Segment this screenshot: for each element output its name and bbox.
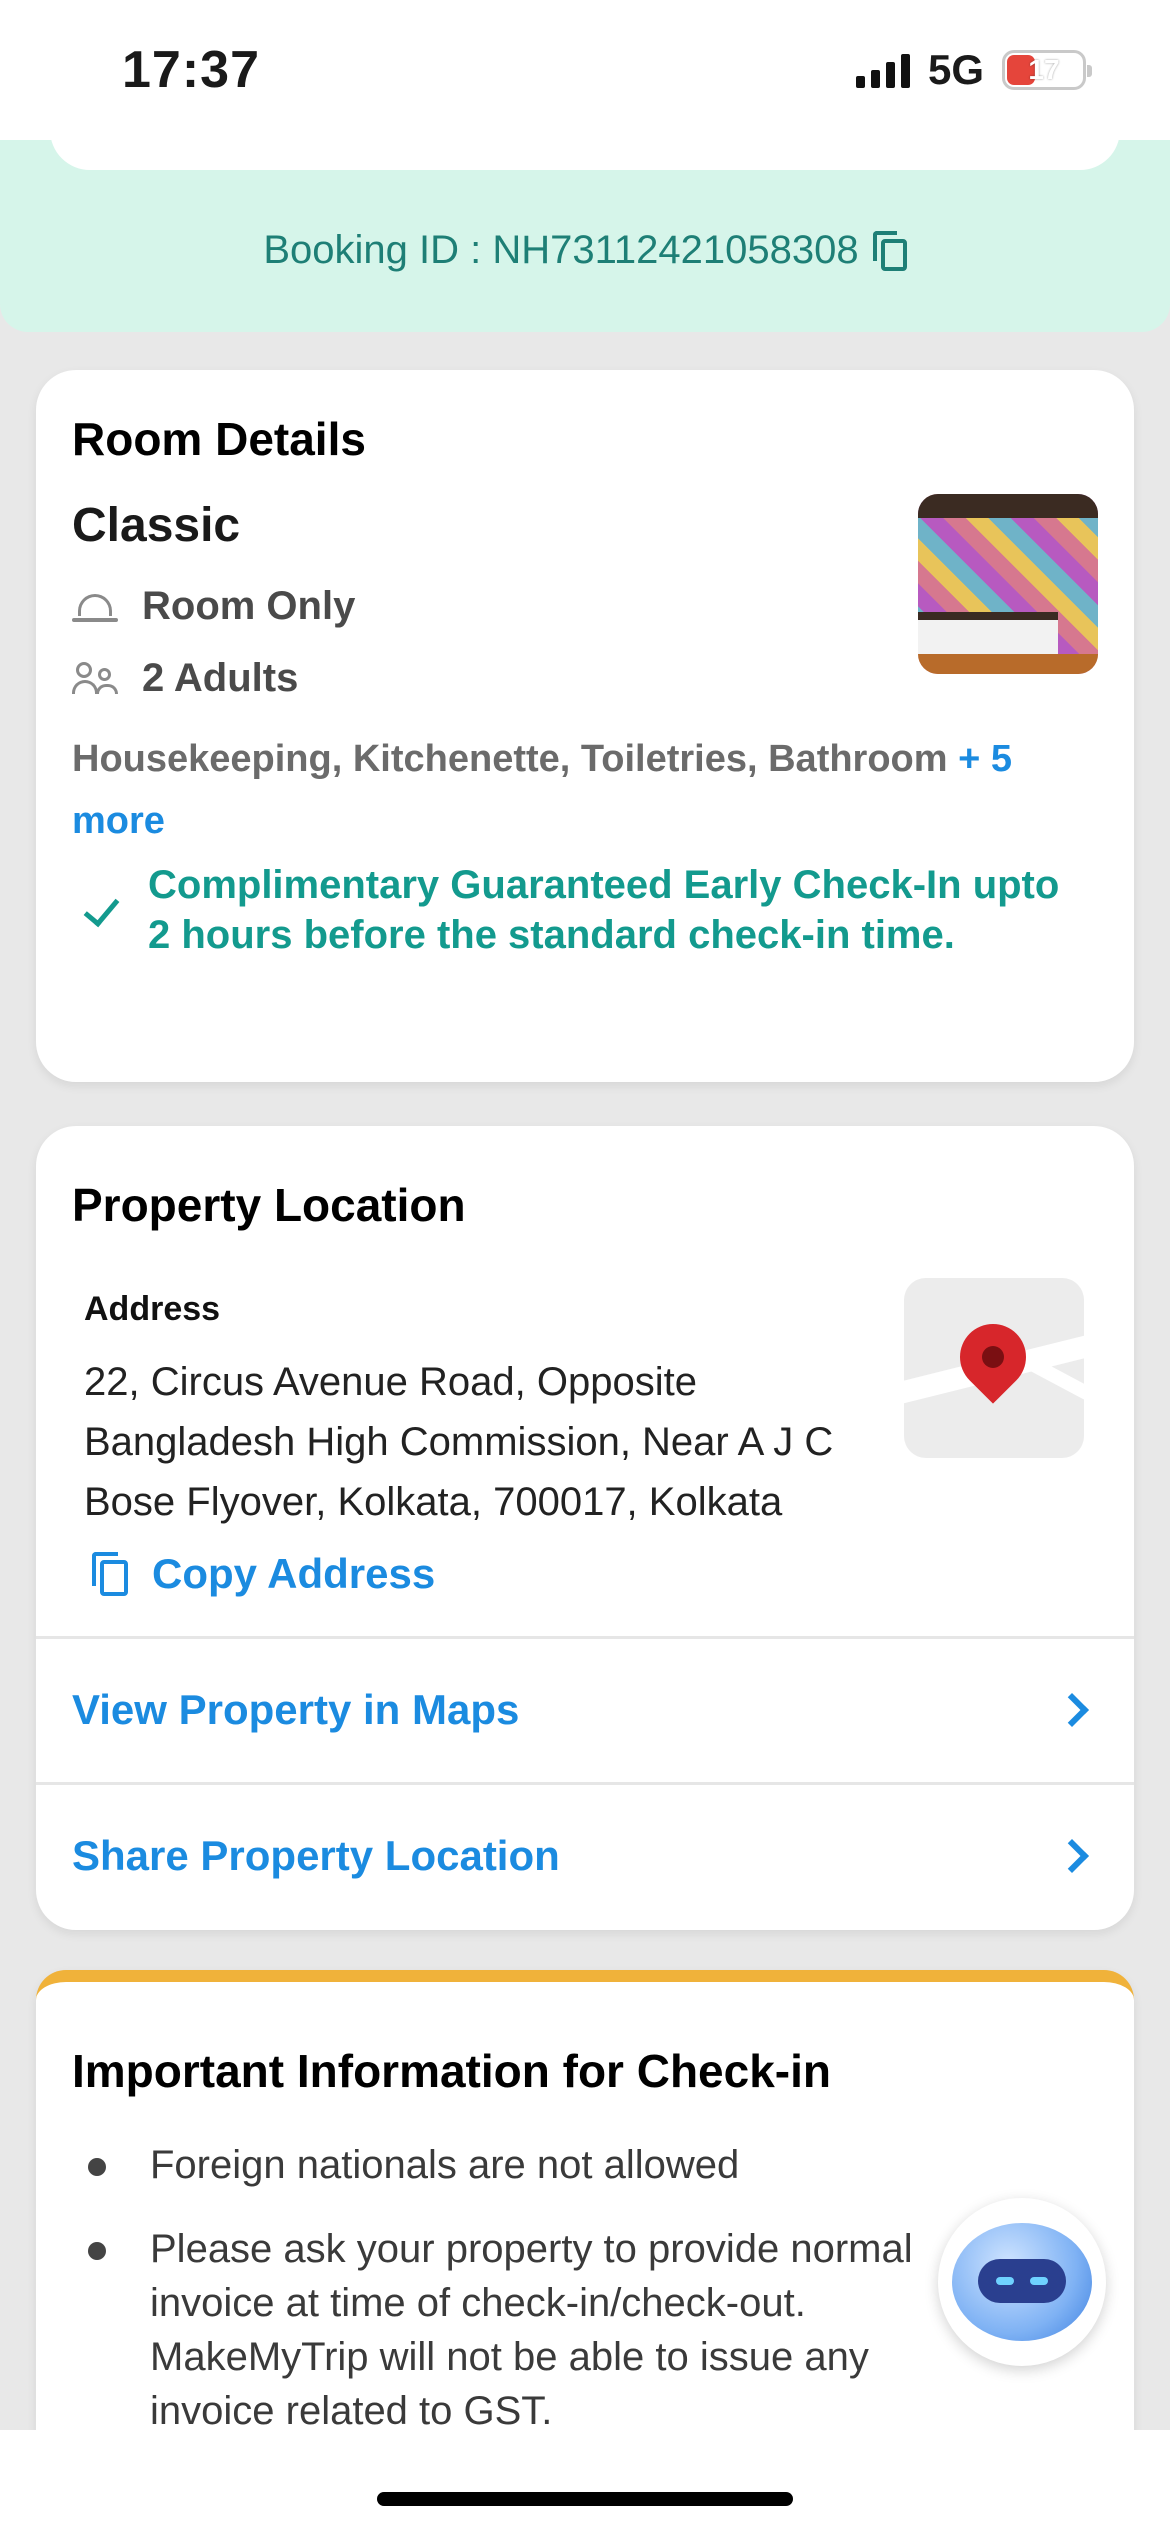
booking-id-row[interactable]: Booking ID : NH73112421058308 — [0, 228, 1170, 273]
copy-icon[interactable] — [872, 230, 907, 271]
status-time: 17:37 — [122, 41, 260, 99]
room-details-title: Room Details — [72, 413, 366, 465]
copy-address-button[interactable]: Copy Address — [92, 1550, 435, 1598]
network-label: 5G — [927, 46, 984, 93]
chevron-right-icon — [1055, 1693, 1089, 1727]
meal-plan-row: Room Only — [72, 584, 355, 629]
home-indicator[interactable] — [377, 2492, 793, 2506]
copy-address-label: Copy Address — [152, 1550, 436, 1597]
map-thumbnail[interactable] — [904, 1278, 1084, 1458]
chatbot-button[interactable] — [938, 2198, 1106, 2366]
share-location-row[interactable]: Share Property Location — [36, 1784, 1134, 1928]
address-label: Address — [84, 1290, 221, 1328]
booking-summary-strip: Booking ID : NH73112421058308 — [0, 130, 1170, 332]
meal-plan-label: Room Only — [142, 584, 356, 628]
booking-id-text: Booking ID : NH73112421058308 — [263, 228, 859, 272]
chevron-right-icon — [1055, 1839, 1089, 1873]
status-bar: 17:37 5G 17 — [0, 0, 1170, 140]
copy-icon — [92, 1552, 130, 1596]
share-location-label: Share Property Location — [72, 1832, 560, 1879]
room-name: Classic — [72, 499, 241, 552]
guests-row: 2 Adults — [72, 656, 298, 701]
address-text: 22, Circus Avenue Road, Opposite Banglad… — [84, 1360, 834, 1524]
battery-icon: 17 — [1002, 50, 1092, 90]
status-icons: 5G 17 — [855, 46, 1092, 94]
battery-level: 17 — [1028, 54, 1060, 85]
map-pin-icon — [946, 1310, 1040, 1404]
amenities-list: Housekeeping, Kitchenette, Toiletries, B… — [72, 728, 1112, 852]
early-checkin-benefit: Complimentary Guaranteed Early Check-In … — [72, 860, 1072, 960]
view-in-maps-row[interactable]: View Property in Maps — [36, 1638, 1134, 1782]
people-icon — [72, 661, 118, 696]
robot-icon — [952, 2223, 1092, 2341]
check-icon — [86, 890, 126, 930]
property-location-title: Property Location — [72, 1179, 466, 1231]
amenities-text: Housekeeping, Kitchenette, Toiletries, B… — [72, 738, 948, 780]
list-item: Foreign nationals are not allowed — [72, 2138, 972, 2192]
early-checkin-text: Complimentary Guaranteed Early Check-In … — [148, 863, 1060, 957]
signal-icon — [855, 52, 910, 88]
checkin-info-list: Foreign nationals are not allowed Please… — [72, 2138, 972, 2468]
cloche-icon — [72, 592, 118, 622]
checkin-info-title: Important Information for Check-in — [72, 2045, 831, 2097]
room-photo[interactable] — [918, 494, 1098, 674]
view-in-maps-label: View Property in Maps — [72, 1686, 520, 1733]
room-details-card: Room Details Classic Room Only 2 Adults … — [36, 370, 1134, 1082]
list-item: Please ask your property to provide norm… — [72, 2222, 972, 2438]
guests-label: 2 Adults — [142, 656, 299, 700]
property-location-card: Property Location Address 22, Circus Ave… — [36, 1126, 1134, 1930]
home-bar — [0, 2430, 1170, 2532]
